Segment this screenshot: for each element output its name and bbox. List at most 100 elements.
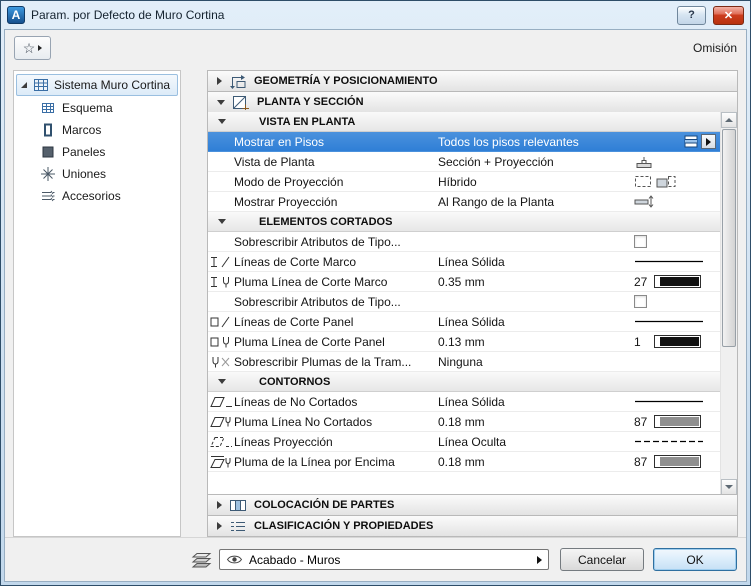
sidebar-item-label: Accesorios bbox=[62, 189, 121, 203]
override-checkbox[interactable] bbox=[634, 295, 647, 308]
flyout-arrow-icon bbox=[38, 45, 43, 51]
row-value: Al Rango de la Planta bbox=[438, 194, 555, 209]
scroll-track[interactable] bbox=[721, 128, 737, 479]
row-label: Líneas de Corte Panel bbox=[234, 314, 354, 329]
row-label: Sobrescribir Atributos de Tipo... bbox=[234, 234, 401, 249]
plan-rows: VISTA EN PLANTA Mostrar en Pisos Todos los… bbox=[208, 112, 720, 495]
dashed-box-icon bbox=[634, 175, 652, 188]
scroll-thumb[interactable] bbox=[722, 129, 736, 347]
sidebar-item-accesorios[interactable]: Accesorios bbox=[14, 185, 180, 207]
ok-button[interactable]: OK bbox=[653, 548, 737, 571]
flyout-arrow-button[interactable] bbox=[701, 134, 716, 149]
omission-label: Omisión bbox=[692, 41, 737, 55]
scroll-down-icon bbox=[725, 485, 733, 489]
row-label: Modo de Proyección bbox=[234, 174, 344, 189]
param-row-pluma-linea-de-corte-marco[interactable]: Pluma Línea de Corte Marco 0.35 mm 27 bbox=[208, 272, 720, 292]
section-clasificacion-y-propiedades[interactable]: CLASIFICACIÓN Y PROPIEDADES bbox=[207, 515, 738, 537]
param-row-mostrar-proyeccion[interactable]: Mostrar Proyección Al Rango de la Planta bbox=[208, 192, 720, 212]
cancel-button[interactable]: Cancelar bbox=[560, 548, 644, 571]
plan-view-icon bbox=[634, 155, 654, 169]
pen-color-preview[interactable] bbox=[654, 415, 701, 428]
flyout-arrow-icon bbox=[706, 137, 711, 146]
sidebar-item-esquema[interactable]: Esquema bbox=[14, 97, 180, 119]
tree-root-label: Sistema Muro Cortina bbox=[54, 78, 171, 92]
param-row-lineas-de-corte-panel[interactable]: Líneas de Corte Panel Línea Sólida bbox=[208, 312, 720, 332]
sidebar-item-marcos[interactable]: Marcos bbox=[14, 119, 180, 141]
override-checkbox[interactable] bbox=[634, 235, 647, 248]
sidebar-item-sistema-muro-cortina[interactable]: Sistema Muro Cortina bbox=[16, 74, 178, 96]
param-row-lineas-de-no-cortados[interactable]: Líneas de No Cortados Línea Sólida bbox=[208, 392, 720, 412]
star-icon: ☆ bbox=[22, 40, 36, 56]
frame-icon bbox=[40, 122, 56, 138]
expand-arrow-icon bbox=[217, 522, 222, 530]
row-value: Híbrido bbox=[438, 174, 477, 189]
collapse-arrow-icon bbox=[218, 379, 226, 384]
pen-color-preview[interactable] bbox=[654, 455, 701, 468]
row-value: 0.35 mm bbox=[438, 274, 485, 289]
param-row-pluma-de-la-linea-por-encima[interactable]: Pluma de la Línea por Encima 0.18 mm 87 bbox=[208, 452, 720, 472]
geometry-icon bbox=[229, 74, 247, 89]
param-row-mostrar-en-pisos[interactable]: Mostrar en Pisos Todos los pisos relevant… bbox=[208, 132, 720, 152]
linetype-preview[interactable] bbox=[634, 318, 704, 325]
param-row-sobrescribir-atributos-de-tipo[interactable]: Sobrescribir Atributos de Tipo... bbox=[208, 292, 720, 312]
sidebar-tree: Sistema Muro Cortina Esquema Marcos Panele… bbox=[13, 70, 181, 537]
panel-icon bbox=[40, 144, 56, 160]
tree-expander-icon[interactable] bbox=[21, 82, 27, 88]
linetype-preview[interactable] bbox=[634, 438, 704, 445]
param-row-lineas-proyeccion[interactable]: Líneas Proyección Línea Oculta bbox=[208, 432, 720, 452]
sidebar-item-label: Esquema bbox=[62, 101, 113, 115]
expand-arrow-icon bbox=[217, 77, 222, 85]
pen-color-preview[interactable] bbox=[654, 335, 701, 348]
favorites-button[interactable]: ☆ bbox=[14, 36, 51, 60]
row-label: Pluma de la Línea por Encima bbox=[234, 454, 395, 469]
section-planta-y-seccion[interactable]: PLANTA Y SECCIÓN bbox=[207, 91, 738, 113]
row-value: 0.18 mm bbox=[438, 414, 485, 429]
pen-number: 87 bbox=[634, 454, 648, 469]
collapse-arrow-icon bbox=[218, 119, 226, 124]
linetype-preview[interactable] bbox=[634, 258, 704, 265]
group-header-elementos-cortados[interactable]: ELEMENTOS CORTADOS bbox=[208, 212, 720, 232]
help-button[interactable]: ? bbox=[677, 5, 706, 25]
group-title: CONTORNOS bbox=[259, 375, 331, 388]
row-label: Mostrar en Pisos bbox=[234, 134, 325, 149]
tree-children: Esquema Marcos Paneles Uniones Accesorios bbox=[14, 97, 180, 207]
param-row-pluma-linea-no-cortados[interactable]: Pluma Línea No Cortados 0.18 mm 87 bbox=[208, 412, 720, 432]
scroll-up-icon bbox=[725, 118, 733, 122]
accessories-icon bbox=[40, 188, 56, 204]
collapse-arrow-icon bbox=[218, 219, 226, 224]
row-value: Línea Sólida bbox=[438, 394, 505, 409]
dialog-frame: ☆ Omisión Sistema Muro Cortina Esquema Ma… bbox=[4, 29, 747, 582]
param-row-sobrescribir-atributos-de-tipo[interactable]: Sobrescribir Atributos de Tipo... bbox=[208, 232, 720, 252]
scroll-up-button[interactable] bbox=[721, 112, 737, 128]
pen-color-preview[interactable] bbox=[654, 275, 701, 288]
section-colocacion-de-partes[interactable]: COLOCACIÓN DE PARTES bbox=[207, 494, 738, 516]
panel-cut-pen-icon bbox=[209, 335, 233, 349]
sidebar-item-paneles[interactable]: Paneles bbox=[14, 141, 180, 163]
row-label: Líneas de No Cortados bbox=[234, 394, 358, 409]
scrollbar[interactable] bbox=[720, 112, 737, 495]
sidebar-item-label: Uniones bbox=[62, 167, 107, 181]
param-row-modo-de-proyeccion[interactable]: Modo de Proyección Híbrido bbox=[208, 172, 720, 192]
above-line-pen-icon bbox=[209, 455, 233, 469]
classification-icon bbox=[229, 519, 247, 534]
frame-cut-line-icon bbox=[209, 255, 233, 269]
titlebar[interactable]: A Param. por Defecto de Muro Cortina ? ✕ bbox=[4, 1, 747, 29]
scroll-down-button[interactable] bbox=[721, 479, 737, 495]
floor-range-icon bbox=[634, 195, 654, 208]
group-header-contornos[interactable]: CONTORNOS bbox=[208, 372, 720, 392]
section-geometria-y-posicionamiento[interactable]: GEOMETRÍA Y POSICIONAMIENTO bbox=[207, 70, 738, 92]
section-title: GEOMETRÍA Y POSICIONAMIENTO bbox=[254, 75, 438, 87]
close-button[interactable]: ✕ bbox=[713, 5, 744, 25]
param-row-lineas-de-corte-marco[interactable]: Líneas de Corte Marco Línea Sólida bbox=[208, 252, 720, 272]
sidebar-item-uniones[interactable]: Uniones bbox=[14, 163, 180, 185]
group-header-vista-en-planta[interactable]: VISTA EN PLANTA bbox=[208, 112, 720, 132]
param-row-sobrescribir-plumas-de-la-tram[interactable]: Sobrescribir Plumas de la Tram... Ninguna bbox=[208, 352, 720, 372]
linetype-preview[interactable] bbox=[634, 398, 704, 405]
param-row-pluma-linea-de-corte-panel[interactable]: Pluma Línea de Corte Panel 0.13 mm 1 bbox=[208, 332, 720, 352]
uncut-pen-icon bbox=[209, 415, 233, 429]
parts-icon bbox=[229, 498, 247, 513]
group-title: VISTA EN PLANTA bbox=[259, 115, 356, 128]
param-row-vista-de-planta[interactable]: Vista de Planta Sección + Proyección bbox=[208, 152, 720, 172]
surface-combo[interactable]: Acabado - Muros bbox=[219, 549, 549, 570]
collapse-arrow-icon bbox=[217, 99, 225, 105]
